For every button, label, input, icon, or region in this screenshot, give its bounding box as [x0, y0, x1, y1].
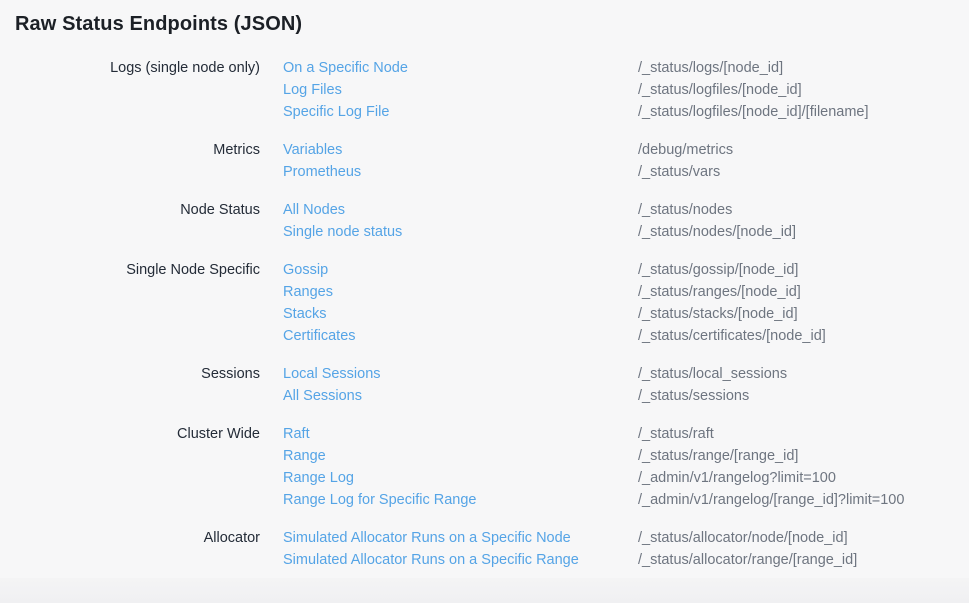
- endpoint-path: /_status/raft: [638, 423, 714, 445]
- section-category-label: Node Status: [15, 199, 260, 243]
- endpoint-link[interactable]: Certificates: [283, 325, 638, 347]
- endpoint-link[interactable]: Range: [283, 445, 638, 467]
- endpoint-row: Range Log /_admin/v1/rangelog?limit=100: [283, 467, 969, 489]
- endpoint-rows: Variables /debug/metrics Prometheus /_st…: [283, 139, 969, 183]
- endpoint-row: Range /_status/range/[range_id]: [283, 445, 969, 467]
- endpoint-path: /_status/gossip/[node_id]: [638, 259, 798, 281]
- section-category-label: Metrics: [15, 139, 260, 183]
- endpoint-path: /_status/stacks/[node_id]: [638, 303, 798, 325]
- endpoint-section: Cluster Wide Raft /_status/raft Range /_…: [15, 423, 969, 511]
- endpoint-rows: All Nodes /_status/nodes Single node sta…: [283, 199, 969, 243]
- endpoint-sections: Logs (single node only) On a Specific No…: [15, 57, 969, 571]
- endpoint-row: Simulated Allocator Runs on a Specific R…: [283, 549, 969, 571]
- endpoint-row: Specific Log File /_status/logfiles/[nod…: [283, 101, 969, 123]
- endpoint-row: Prometheus /_status/vars: [283, 161, 969, 183]
- endpoint-path: /_status/local_sessions: [638, 363, 787, 385]
- section-category-label: Logs (single node only): [15, 57, 260, 123]
- endpoint-link[interactable]: Single node status: [283, 221, 638, 243]
- endpoint-section: Node Status All Nodes /_status/nodes Sin…: [15, 199, 969, 243]
- raw-status-endpoints-page: Raw Status Endpoints (JSON) Logs (single…: [0, 0, 969, 571]
- endpoint-path: /_admin/v1/rangelog/[range_id]?limit=100: [638, 489, 904, 511]
- endpoint-path: /_status/certificates/[node_id]: [638, 325, 826, 347]
- endpoint-row: Gossip /_status/gossip/[node_id]: [283, 259, 969, 281]
- endpoint-path: /_status/allocator/range/[range_id]: [638, 549, 857, 571]
- endpoint-link[interactable]: All Sessions: [283, 385, 638, 407]
- endpoint-row: Stacks /_status/stacks/[node_id]: [283, 303, 969, 325]
- endpoint-link[interactable]: Specific Log File: [283, 101, 638, 123]
- endpoint-link[interactable]: Range Log for Specific Range: [283, 489, 638, 511]
- endpoint-rows: On a Specific Node /_status/logs/[node_i…: [283, 57, 969, 123]
- endpoint-path: /_status/logs/[node_id]: [638, 57, 783, 79]
- endpoint-link[interactable]: Prometheus: [283, 161, 638, 183]
- endpoint-link[interactable]: All Nodes: [283, 199, 638, 221]
- endpoint-link[interactable]: Gossip: [283, 259, 638, 281]
- endpoint-section: Single Node Specific Gossip /_status/gos…: [15, 259, 969, 347]
- endpoint-row: All Nodes /_status/nodes: [283, 199, 969, 221]
- endpoint-row: Variables /debug/metrics: [283, 139, 969, 161]
- endpoint-row: Certificates /_status/certificates/[node…: [283, 325, 969, 347]
- endpoint-row: Log Files /_status/logfiles/[node_id]: [283, 79, 969, 101]
- endpoint-link[interactable]: On a Specific Node: [283, 57, 638, 79]
- endpoint-path: /_status/ranges/[node_id]: [638, 281, 801, 303]
- endpoint-rows: Gossip /_status/gossip/[node_id] Ranges …: [283, 259, 969, 347]
- endpoint-path: /_status/sessions: [638, 385, 749, 407]
- endpoint-path: /_status/allocator/node/[node_id]: [638, 527, 848, 549]
- section-category-label: Allocator: [15, 527, 260, 571]
- endpoint-row: Raft /_status/raft: [283, 423, 969, 445]
- endpoint-row: Simulated Allocator Runs on a Specific N…: [283, 527, 969, 549]
- section-category-label: Sessions: [15, 363, 260, 407]
- endpoint-link[interactable]: Local Sessions: [283, 363, 638, 385]
- endpoint-link[interactable]: Simulated Allocator Runs on a Specific R…: [283, 549, 638, 571]
- endpoint-section: Allocator Simulated Allocator Runs on a …: [15, 527, 969, 571]
- endpoint-section: Sessions Local Sessions /_status/local_s…: [15, 363, 969, 407]
- endpoint-section: Metrics Variables /debug/metrics Prometh…: [15, 139, 969, 183]
- page-title: Raw Status Endpoints (JSON): [15, 13, 969, 36]
- endpoint-row: Local Sessions /_status/local_sessions: [283, 363, 969, 385]
- endpoint-rows: Simulated Allocator Runs on a Specific N…: [283, 527, 969, 571]
- endpoint-row: On a Specific Node /_status/logs/[node_i…: [283, 57, 969, 79]
- endpoint-link[interactable]: Range Log: [283, 467, 638, 489]
- endpoint-path: /_status/nodes/[node_id]: [638, 221, 796, 243]
- endpoint-path: /_status/logfiles/[node_id]: [638, 79, 802, 101]
- endpoint-path: /_status/vars: [638, 161, 720, 183]
- endpoint-link[interactable]: Log Files: [283, 79, 638, 101]
- endpoint-row: Ranges /_status/ranges/[node_id]: [283, 281, 969, 303]
- section-category-label: Single Node Specific: [15, 259, 260, 347]
- endpoint-link[interactable]: Variables: [283, 139, 638, 161]
- endpoint-link[interactable]: Simulated Allocator Runs on a Specific N…: [283, 527, 638, 549]
- endpoint-link[interactable]: Stacks: [283, 303, 638, 325]
- endpoint-row: Single node status /_status/nodes/[node_…: [283, 221, 969, 243]
- endpoint-row: Range Log for Specific Range /_admin/v1/…: [283, 489, 969, 511]
- endpoint-section: Logs (single node only) On a Specific No…: [15, 57, 969, 123]
- footer-strip: [0, 578, 969, 603]
- endpoint-row: All Sessions /_status/sessions: [283, 385, 969, 407]
- endpoint-link[interactable]: Ranges: [283, 281, 638, 303]
- endpoint-rows: Local Sessions /_status/local_sessions A…: [283, 363, 969, 407]
- endpoint-path: /_status/logfiles/[node_id]/[filename]: [638, 101, 869, 123]
- endpoint-path: /debug/metrics: [638, 139, 733, 161]
- endpoint-path: /_status/range/[range_id]: [638, 445, 798, 467]
- endpoint-path: /_status/nodes: [638, 199, 732, 221]
- section-category-label: Cluster Wide: [15, 423, 260, 511]
- endpoint-link[interactable]: Raft: [283, 423, 638, 445]
- endpoint-rows: Raft /_status/raft Range /_status/range/…: [283, 423, 969, 511]
- endpoint-path: /_admin/v1/rangelog?limit=100: [638, 467, 836, 489]
